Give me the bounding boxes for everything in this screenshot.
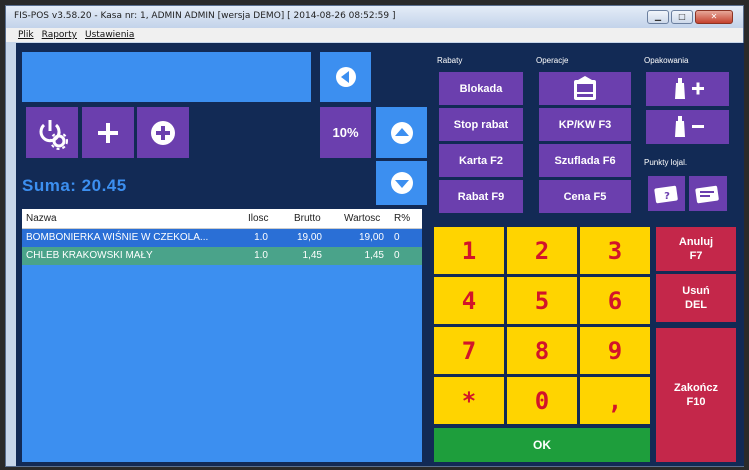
cell-brutto: 1,45 (302, 250, 322, 261)
cena-button[interactable]: Cena F5 (539, 180, 631, 213)
moje-logo-icon (574, 75, 596, 100)
menu-bar: Plik Raporty Ustawienia (6, 28, 743, 42)
scroll-up-button[interactable] (376, 107, 427, 158)
stop-rabat-button[interactable]: Stop rabat (439, 108, 523, 141)
key-3[interactable]: 3 (580, 227, 650, 274)
plus-icon (98, 122, 118, 143)
cell-ilosc: 1.0 (254, 250, 268, 261)
loyalty-card-icon (695, 185, 719, 203)
power-gear-icon (39, 119, 68, 150)
karta-button[interactable]: Karta F2 (439, 144, 523, 177)
key-2[interactable]: 2 (507, 227, 577, 274)
pos-app-area: 10% Suma: 20.45 Nazwa Ilosc Brutto Warto… (16, 43, 744, 466)
menu-raporty[interactable]: Raporty (42, 28, 77, 42)
moje-button[interactable] (539, 72, 631, 105)
percent-button[interactable]: 10% (320, 107, 371, 158)
table-header: Nazwa Ilosc Brutto Wartosc R% (22, 209, 422, 229)
minimize-button[interactable]: ▁ (647, 10, 669, 24)
header-nazwa: Nazwa (26, 213, 57, 224)
key-0[interactable]: 0 (507, 377, 577, 424)
back-arrow-icon (335, 67, 356, 87)
cell-nazwa: BOMBONIERKA WIŚNIE W CZEKOLA... (26, 232, 209, 243)
scroll-down-button[interactable] (376, 161, 427, 205)
bottle-add-button[interactable] (646, 72, 729, 106)
blokada-button[interactable]: Blokada (439, 72, 523, 105)
table-row[interactable]: BOMBONIERKA WIŚNIE W CZEKOLA... 1.0 19,0… (22, 229, 422, 247)
receipt-table: Nazwa Ilosc Brutto Wartosc R% BOMBONIERK… (22, 209, 422, 462)
bottle-remove-button[interactable] (646, 110, 729, 144)
backspace-button[interactable] (320, 52, 371, 102)
menu-plik[interactable]: Plik (18, 28, 34, 42)
input-display[interactable] (22, 52, 311, 102)
menu-ustawienia[interactable]: Ustawienia (85, 28, 134, 42)
key-9[interactable]: 9 (580, 327, 650, 374)
section-operacje: Operacje (536, 56, 569, 65)
usun-button[interactable]: Usuń DEL (656, 274, 736, 322)
power-settings-button[interactable] (26, 107, 78, 158)
window-controls: ▁ □ ✕ (647, 10, 733, 24)
window-title: FIS-POS v3.58.20 - Kasa nr: 1, ADMIN ADM… (14, 11, 396, 21)
add-button[interactable] (82, 107, 134, 158)
plus-circle-icon (151, 120, 175, 145)
key-8[interactable]: 8 (507, 327, 577, 374)
key-asterisk[interactable]: * (434, 377, 504, 424)
section-opakowania: Opakowania (644, 56, 689, 65)
header-rabat: R% (394, 213, 411, 224)
bottle-plus-icon (674, 78, 704, 99)
close-button[interactable]: ✕ (695, 10, 733, 24)
maximize-button[interactable]: □ (671, 10, 693, 24)
pos-window: FIS-POS v3.58.20 - Kasa nr: 1, ADMIN ADM… (5, 5, 744, 467)
key-5[interactable]: 5 (507, 277, 577, 324)
key-6[interactable]: 6 (580, 277, 650, 324)
cell-rabat: 0 (394, 250, 400, 261)
header-brutto: Brutto (294, 213, 321, 224)
section-rabaty: Rabaty (437, 56, 463, 65)
arrow-up-icon (390, 121, 413, 144)
cell-wartosc: 1,45 (364, 250, 384, 261)
key-4[interactable]: 4 (434, 277, 504, 324)
title-bar: FIS-POS v3.58.20 - Kasa nr: 1, ADMIN ADM… (6, 6, 743, 28)
bottle-minus-icon (674, 116, 704, 137)
key-1[interactable]: 1 (434, 227, 504, 274)
zakoncz-button[interactable]: Zakończ F10 (656, 328, 736, 462)
loyalty-card-query-icon: ? (653, 185, 678, 203)
szuflada-button[interactable]: Szuflada F6 (539, 144, 631, 177)
cell-wartosc: 19,00 (358, 232, 384, 243)
header-wartosc: Wartosc (344, 213, 381, 224)
header-ilosc: Ilosc (248, 213, 269, 224)
loyalty-card-button[interactable] (689, 176, 727, 211)
total-sum: Suma: 20.45 (22, 176, 127, 195)
rabat-button[interactable]: Rabat F9 (439, 180, 523, 213)
anuluj-button[interactable]: Anuluj F7 (656, 227, 736, 271)
svg-text:?: ? (664, 191, 670, 202)
loyalty-check-button[interactable]: ? (648, 176, 685, 211)
add-circle-button[interactable] (137, 107, 189, 158)
key-comma[interactable]: , (580, 377, 650, 424)
arrow-down-icon (390, 172, 413, 194)
cell-brutto: 19,00 (296, 232, 322, 243)
kp-kw-button[interactable]: KP/KW F3 (539, 108, 631, 141)
cell-nazwa: CHLEB KRAKOWSKI MAŁY (26, 250, 153, 261)
section-punkty: Punkty lojal. (644, 158, 688, 167)
table-row[interactable]: CHLEB KRAKOWSKI MAŁY 1.0 1,45 1,45 0 (22, 247, 422, 265)
cell-rabat: 0 (394, 232, 400, 243)
cell-ilosc: 1.0 (254, 232, 268, 243)
key-7[interactable]: 7 (434, 327, 504, 374)
ok-button[interactable]: OK (434, 428, 650, 462)
